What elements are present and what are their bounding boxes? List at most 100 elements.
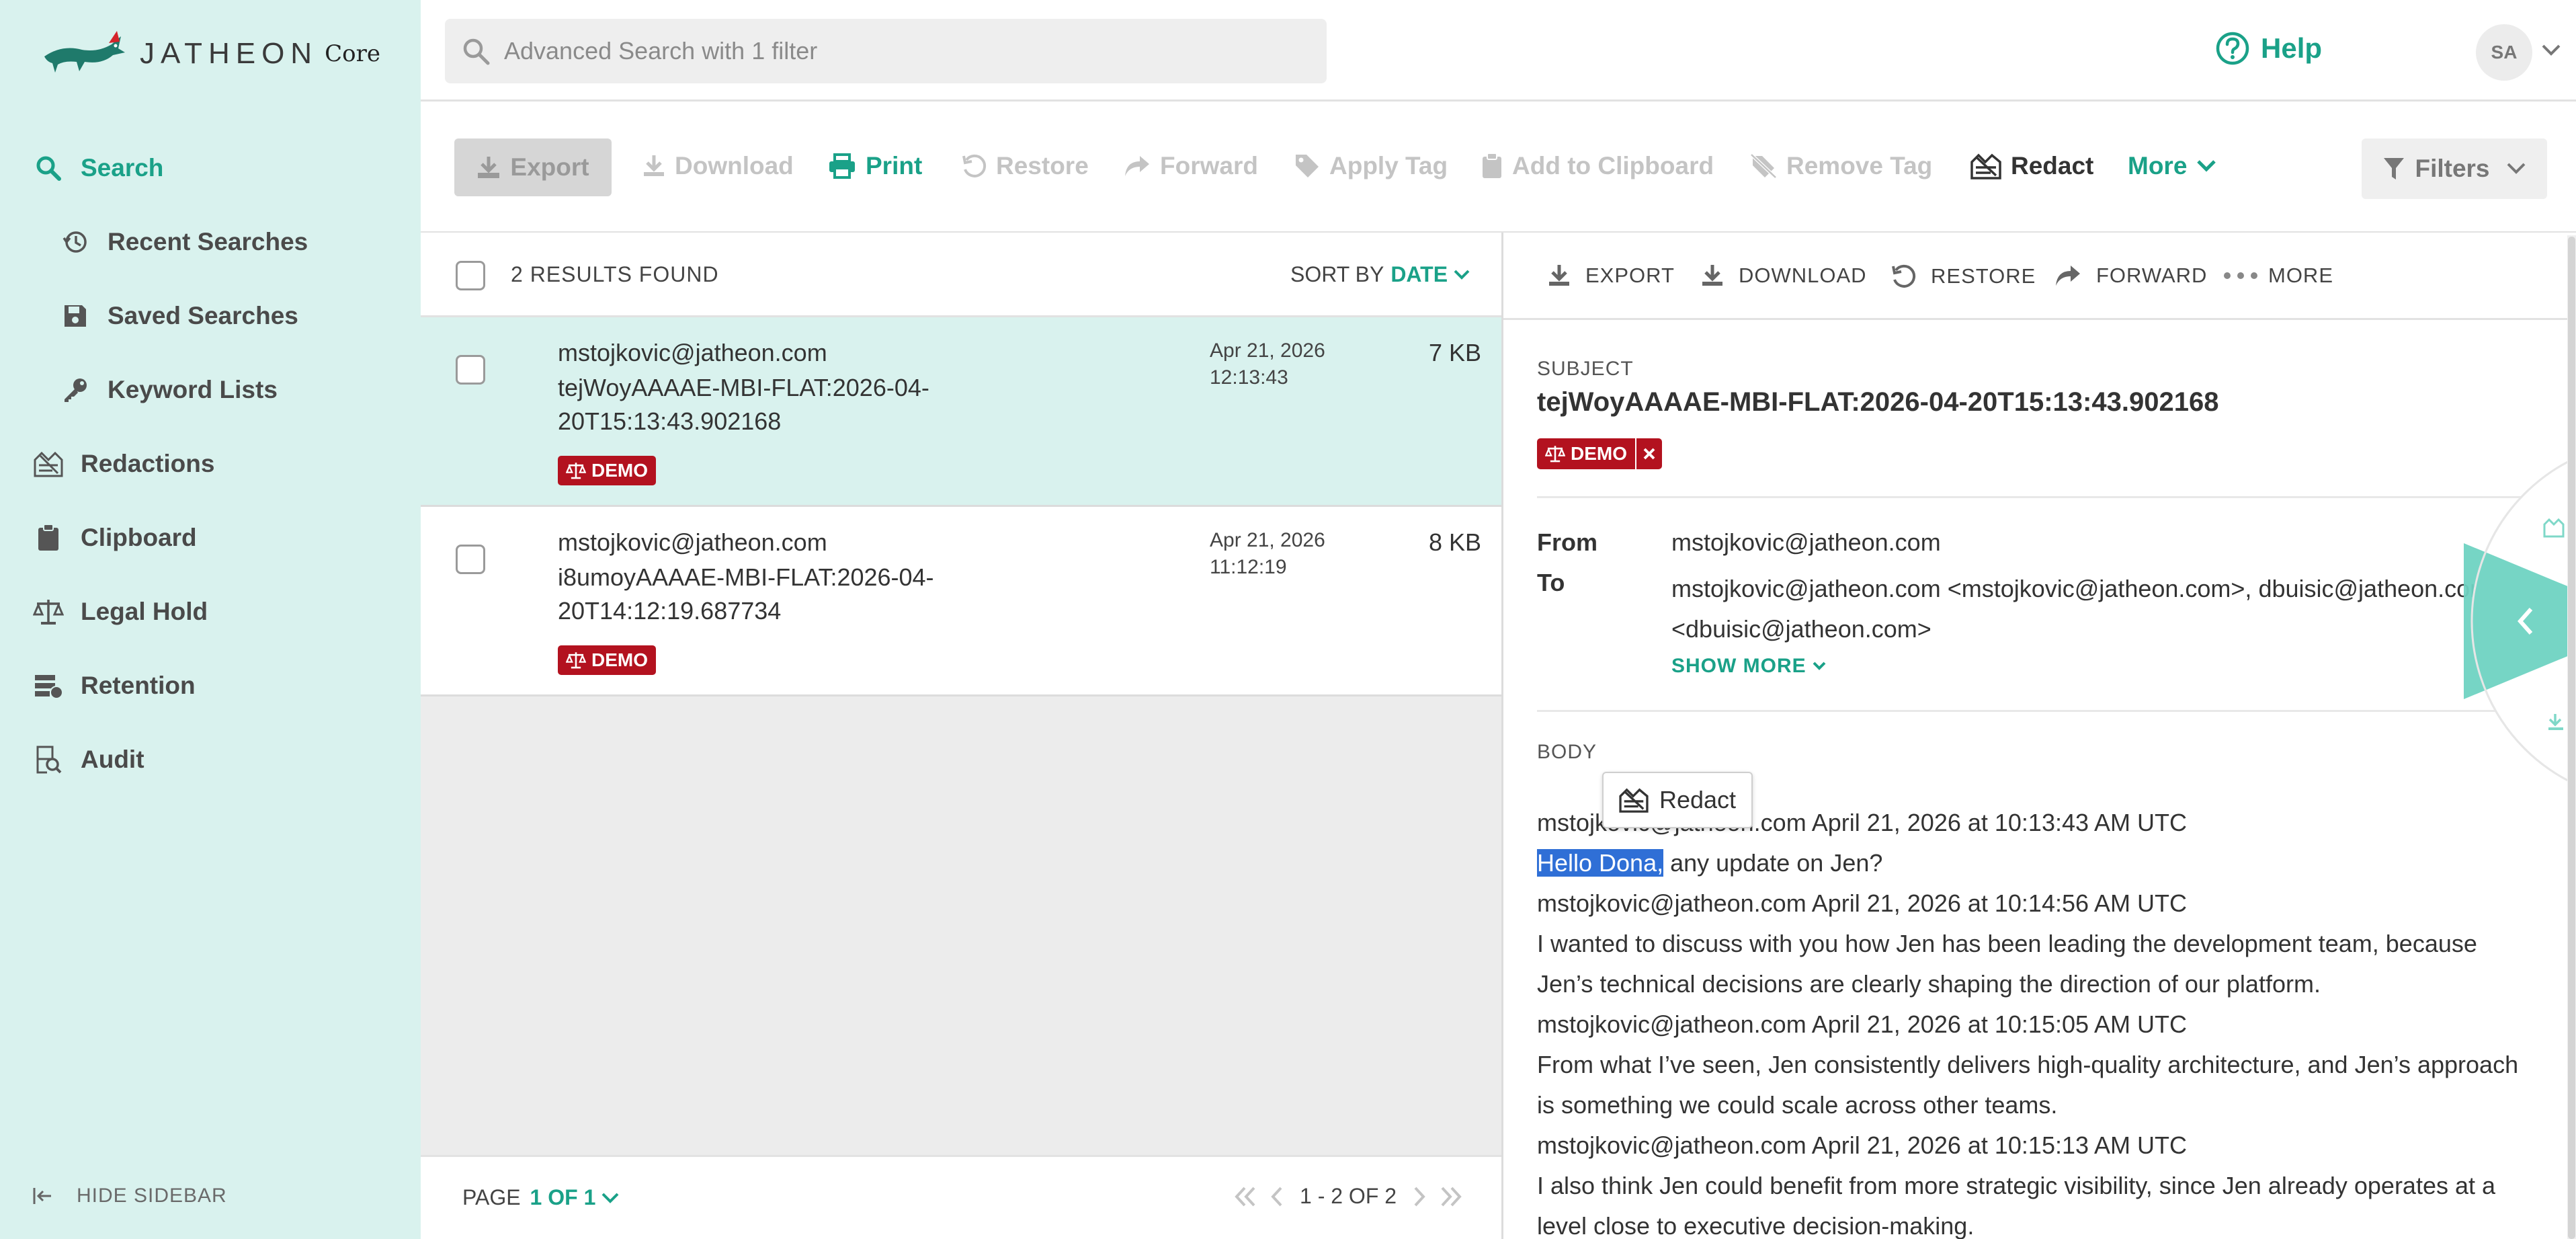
sidebar-item-label: Clipboard [81,524,197,551]
row-sender: mstojkovic@jatheon.com [558,528,827,556]
add-to-clipboard-button[interactable]: Add to Clipboard [1481,152,1714,180]
results-count: 2 RESULTS FOUND [511,262,719,286]
body-line: From what I’ve seen, Jen consistently de… [1537,1051,2519,1078]
results-empty-area [421,696,1501,1155]
redact-icon [1619,787,1649,813]
pagination-footer: PAGE 1 OF 1 1 - 2 OF 2 [421,1155,1501,1239]
save-icon [59,300,91,332]
jatheon-logo[interactable]: JATHEON Core [42,30,380,78]
forward-button[interactable]: Forward [1124,152,1258,180]
sidebar-item-retention[interactable]: Retention [32,670,196,702]
detail-restore-button[interactable]: RESTORE [1891,264,2036,289]
tag-label: DEMO [591,649,648,670]
filters-button[interactable]: Filters [2362,138,2547,199]
row-subject-line: 20T15:13:43.902168 [558,407,782,435]
message-body[interactable]: mstojkovic@jatheon.com April 21, 2026 at… [1537,803,2518,1239]
scrollbar-thumb[interactable] [2568,237,2575,1239]
row-checkbox[interactable] [456,355,485,385]
chevron-down-icon[interactable] [2540,42,2562,58]
detail-download-button[interactable]: DOWNLOAD [1701,264,1867,288]
sidebar-item-label: Redactions [81,450,215,477]
row-size: 7 KB [1428,339,1481,366]
search-input[interactable]: Advanced Search with 1 filter [445,19,1327,83]
hide-sidebar-button[interactable]: HIDE SIDEBAR [32,1185,227,1207]
search-placeholder: Advanced Search with 1 filter [504,37,818,65]
sort-dropdown[interactable]: SORT BY DATE [1290,262,1470,287]
more-menu-button[interactable]: More [2128,152,2216,180]
row-date-day: Apr 21, 2026 [1210,529,1325,551]
sidebar-item-redactions[interactable]: Redactions [32,448,214,480]
select-all-checkbox[interactable] [456,261,485,290]
export-button[interactable]: Export [454,138,612,196]
result-row[interactable]: mstojkovic@jatheon.com tejWoyAAAAE-MBI-F… [421,317,1501,507]
redact-button[interactable]: Redact [1970,152,2093,180]
redact-label: Redact [2011,152,2094,179]
show-more-button[interactable]: SHOW MORE [1671,655,1827,678]
sidebar-item-recent-searches[interactable]: Recent Searches [59,226,308,258]
help-link[interactable]: Help [2215,31,2322,66]
jatheon-logo-icon [44,31,125,73]
result-row[interactable]: mstojkovic@jatheon.com i8umoyAAAAE-MBI-F… [421,507,1501,696]
body-line: I wanted to discuss with you how Jen has… [1537,930,2477,957]
tag-label: DEMO [1571,443,1627,464]
sidebar-item-audit[interactable]: Audit [32,744,144,776]
detail-export-label: EXPORT [1585,264,1675,287]
row-sender: mstojkovic@jatheon.com [558,339,827,366]
collapse-sidebar-icon [32,1186,52,1206]
forward-label: Forward [1160,152,1258,179]
sidebar-item-clipboard[interactable]: Clipboard [32,522,197,554]
sidebar-item-saved-searches[interactable]: Saved Searches [59,300,298,332]
page-selector[interactable]: PAGE 1 OF 1 [462,1185,620,1210]
results-header: 2 RESULTS FOUND SORT BY DATE [421,233,1501,317]
scale-icon [1545,445,1565,463]
next-page-icon[interactable] [1411,1185,1427,1208]
body-text: any update on Jen? [1663,849,1883,877]
detail-forward-label: FORWARD [2096,264,2208,287]
apply-tag-button[interactable]: Apply Tag [1294,152,1448,180]
detail-export-button[interactable]: EXPORT [1548,264,1675,288]
restore-icon [1891,264,1916,289]
sidebar-item-legal-hold[interactable]: Legal Hold [32,596,208,628]
body-label: BODY [1537,741,1597,763]
detail-more-button[interactable]: MORE [2222,264,2333,288]
sort-value: DATE [1390,262,1448,286]
download-button[interactable]: Download [642,152,794,180]
to-value: mstojkovic@jatheon.com <mstojkovic@jathe… [1671,569,2490,649]
row-date-time: 12:13:43 [1210,366,1288,389]
download-icon [1548,264,1571,288]
more-label: More [2128,152,2188,179]
section-divider [1537,496,2576,498]
redact-popup-button[interactable]: Redact [1602,772,1753,828]
radial-action-menu[interactable] [2464,436,2576,812]
sort-prefix: SORT BY [1290,262,1384,286]
remove-tag-x-icon[interactable] [1635,438,1662,469]
pagination-controls: 1 - 2 OF 2 [1233,1184,1464,1209]
sidebar-item-label: Saved Searches [108,302,298,329]
detail-more-label: MORE [2268,264,2333,287]
print-button[interactable]: Print [828,152,922,180]
clipboard-icon [32,522,65,554]
scale-icon [566,651,586,669]
apply-tag-label: Apply Tag [1329,152,1448,179]
first-page-icon[interactable] [1233,1185,1259,1208]
restore-button[interactable]: Restore [961,152,1089,180]
restore-icon [961,153,987,179]
message-detail-pane: EXPORT DOWNLOAD RESTORE FORWARD MORE SUB… [1501,233,2576,1239]
row-date-time: 11:12:19 [1210,556,1287,578]
print-icon [828,153,856,179]
last-page-icon[interactable] [1437,1185,1464,1208]
section-divider [1537,710,2576,712]
message-subject: tejWoyAAAAE-MBI-FLAT:2026-04-20T15:13:43… [1537,387,2219,417]
key-icon [59,374,91,406]
body-line: level close to executive decision-making… [1537,1212,1975,1239]
previous-page-icon[interactable] [1269,1185,1285,1208]
remove-tag-button[interactable]: Remove Tag [1750,152,1932,180]
sidebar-item-search[interactable]: Search [32,152,163,184]
detail-forward-button[interactable]: FORWARD [2054,264,2207,288]
demo-tag: DEMO [558,645,656,675]
sidebar-item-keyword-lists[interactable]: Keyword Lists [59,374,278,406]
row-checkbox[interactable] [456,545,485,574]
history-icon [59,226,91,258]
user-avatar[interactable]: SA [2476,24,2532,81]
redact-icon [32,448,65,480]
